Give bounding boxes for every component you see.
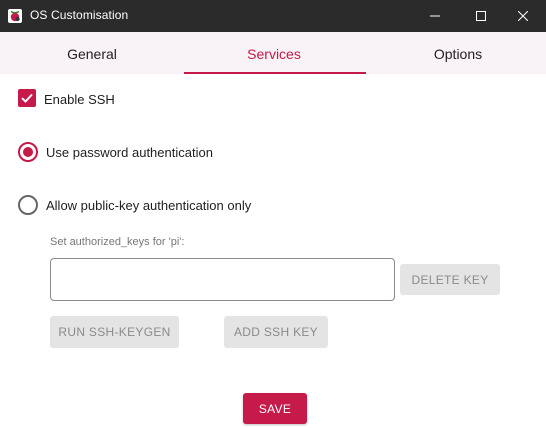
enable-ssh-label[interactable]: Enable SSH <box>44 92 115 107</box>
close-button[interactable] <box>500 0 546 32</box>
delete-key-button[interactable]: DELETE KEY <box>400 264 500 295</box>
enable-ssh-checkbox[interactable] <box>18 89 36 107</box>
public-key-auth-radio[interactable] <box>18 195 38 215</box>
tab-bar: General Services Options <box>0 32 546 74</box>
tab-general[interactable]: General <box>1 32 183 74</box>
password-auth-radio[interactable] <box>18 142 38 162</box>
add-ssh-key-button[interactable]: ADD SSH KEY <box>224 316 328 348</box>
save-button[interactable]: SAVE <box>243 393 307 424</box>
maximize-button[interactable] <box>458 0 504 32</box>
public-key-auth-label[interactable]: Allow public-key authentication only <box>46 198 251 213</box>
window-title: OS Customisation <box>30 8 129 22</box>
radio-selected-dot <box>23 147 33 157</box>
close-icon <box>518 11 528 21</box>
checkmark-icon <box>21 93 33 103</box>
active-tab-indicator <box>184 72 366 74</box>
authorized-keys-input[interactable] <box>50 258 395 301</box>
run-ssh-keygen-button[interactable]: RUN SSH-KEYGEN <box>50 316 179 348</box>
tab-options[interactable]: Options <box>367 32 546 74</box>
authorized-keys-label: Set authorized_keys for 'pi': <box>50 236 185 248</box>
title-bar: OS Customisation <box>0 0 546 32</box>
password-auth-label[interactable]: Use password authentication <box>46 145 213 160</box>
raspberry-pi-imager-icon <box>8 9 22 23</box>
maximize-icon <box>476 11 486 21</box>
minimize-button[interactable] <box>412 0 458 32</box>
minimize-icon <box>430 15 440 17</box>
tab-services[interactable]: Services <box>183 32 365 74</box>
